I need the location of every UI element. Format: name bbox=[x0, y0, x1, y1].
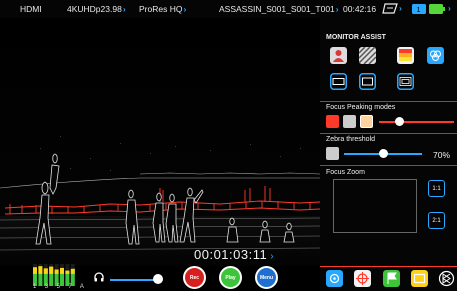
frame-guide-icon[interactable] bbox=[330, 73, 347, 90]
luts-icon[interactable] bbox=[427, 47, 444, 64]
anamorphic-icon[interactable] bbox=[359, 73, 376, 90]
zebra-icon[interactable] bbox=[359, 47, 376, 64]
audio-meter-peak bbox=[70, 268, 75, 274]
audio-meter-peak bbox=[38, 266, 43, 274]
audio-meter-peak bbox=[54, 269, 59, 274]
menu-button[interactable]: Menu bbox=[255, 266, 278, 289]
audio-meter-peak bbox=[65, 270, 70, 274]
clip-icon[interactable] bbox=[411, 270, 428, 287]
focus-assist-icon[interactable] bbox=[326, 270, 343, 287]
chevron-icon: › bbox=[183, 4, 187, 14]
timecode-display[interactable]: 00:01:03:11 › bbox=[194, 247, 274, 262]
zoom-1-1-button[interactable]: 1:1 bbox=[428, 180, 445, 197]
focus-peaking-title: Focus Peaking modes bbox=[326, 104, 396, 111]
divider bbox=[320, 266, 457, 267]
codec-label[interactable]: ProRes HQ› bbox=[139, 4, 186, 14]
zoom-2-1-button[interactable]: 2:1 bbox=[428, 212, 445, 229]
zebra-toggle[interactable] bbox=[326, 147, 339, 160]
input-label[interactable]: HDMI bbox=[20, 4, 42, 14]
audio-channel-labels: 1 3 5 7 A bbox=[33, 284, 88, 290]
peaking-icon[interactable] bbox=[397, 47, 414, 64]
peaking-slider-knob[interactable] bbox=[395, 117, 404, 126]
flag-icon[interactable] bbox=[383, 270, 400, 287]
audio-meter-peak bbox=[43, 268, 48, 274]
battery-chevron: › bbox=[448, 3, 451, 13]
divider bbox=[320, 133, 457, 134]
chevron-icon: › bbox=[270, 251, 275, 262]
zebra-title: Zebra threshold bbox=[326, 136, 376, 143]
focus-zoom-title: Focus Zoom bbox=[326, 169, 365, 176]
shutter-icon[interactable] bbox=[438, 270, 455, 287]
format-label[interactable]: 4KUHDp23.98› bbox=[67, 4, 126, 14]
disk-chevron: › bbox=[399, 3, 402, 13]
disk-icon[interactable] bbox=[382, 3, 398, 16]
battery-icon[interactable]: 1 bbox=[412, 3, 452, 17]
video-preview[interactable] bbox=[0, 18, 320, 266]
monitor-assist-panel: MONITOR ASSIST Focus Peaking modes Zebra… bbox=[320, 18, 457, 266]
record-button[interactable]: Rec bbox=[183, 266, 206, 289]
monitor-screen: HDMI 4KUHDp23.98› ProRes HQ› ASSASSIN_S0… bbox=[0, 0, 457, 291]
video-frame-image bbox=[0, 18, 320, 266]
peaking-slider-track[interactable] bbox=[379, 121, 454, 123]
zebra-slider-knob[interactable] bbox=[378, 149, 388, 158]
status-bar: HDMI 4KUHDp23.98› ProRes HQ› ASSASSIN_S0… bbox=[0, 0, 457, 18]
divider bbox=[320, 101, 457, 102]
divider bbox=[320, 165, 457, 166]
safe-area-icon[interactable] bbox=[397, 73, 414, 90]
volume-slider-knob[interactable] bbox=[153, 274, 163, 284]
remaining-time-label[interactable]: 00:42:16 bbox=[343, 4, 376, 14]
audio-meter-peak bbox=[33, 267, 37, 274]
audio-meter-peak bbox=[49, 266, 54, 274]
target-icon[interactable] bbox=[354, 270, 371, 287]
chevron-icon: › bbox=[122, 4, 126, 14]
clip-name-label[interactable]: ASSASSIN_S001_S001_T001› bbox=[219, 4, 339, 14]
peaking-mode-red[interactable] bbox=[326, 115, 339, 128]
play-button[interactable]: Play bbox=[219, 266, 242, 289]
false-color-icon[interactable] bbox=[330, 47, 347, 64]
peaking-mode-white[interactable] bbox=[343, 115, 356, 128]
chevron-icon: › bbox=[335, 4, 339, 14]
tool-bar bbox=[320, 266, 457, 291]
audio-meter-peak bbox=[60, 267, 64, 274]
headphones-icon[interactable] bbox=[94, 272, 104, 282]
zebra-value: 70% bbox=[433, 150, 451, 160]
audio-meter[interactable] bbox=[33, 264, 77, 286]
svg-text:1: 1 bbox=[417, 7, 421, 14]
peaking-mode-color[interactable] bbox=[360, 115, 373, 128]
monitor-assist-title: MONITOR ASSIST bbox=[326, 34, 386, 41]
focus-zoom-preview[interactable] bbox=[333, 179, 417, 233]
